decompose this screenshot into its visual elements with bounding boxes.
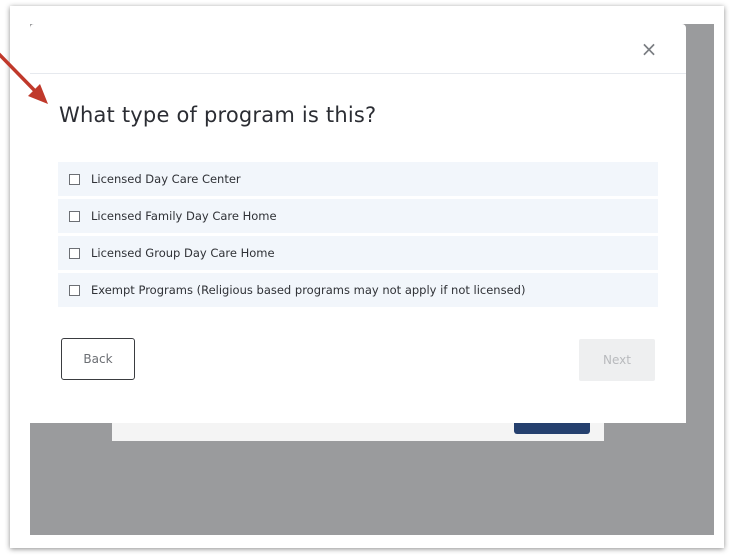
close-icon[interactable]: × bbox=[638, 38, 660, 60]
option-label: Licensed Group Day Care Home bbox=[91, 246, 275, 260]
dialog-header: × bbox=[30, 24, 686, 74]
next-button[interactable]: Next bbox=[579, 339, 655, 381]
option-licensed-group-day-care-home[interactable]: Licensed Group Day Care Home bbox=[58, 236, 658, 270]
option-label: Licensed Day Care Center bbox=[91, 172, 241, 186]
back-button[interactable]: Back bbox=[61, 338, 135, 380]
checkbox-icon[interactable] bbox=[69, 247, 80, 259]
dialog-title: What type of program is this? bbox=[59, 103, 377, 127]
checkbox-icon[interactable] bbox=[69, 210, 80, 222]
option-licensed-day-care-center[interactable]: Licensed Day Care Center bbox=[58, 162, 658, 196]
program-type-dialog: × What type of program is this? Licensed… bbox=[30, 24, 686, 423]
option-label: Exempt Programs (Religious based program… bbox=[91, 283, 526, 297]
program-type-options: Licensed Day Care Center Licensed Family… bbox=[58, 162, 658, 310]
option-licensed-family-day-care-home[interactable]: Licensed Family Day Care Home bbox=[58, 199, 658, 233]
checkbox-icon[interactable] bbox=[69, 284, 80, 296]
option-exempt-programs[interactable]: Exempt Programs (Religious based program… bbox=[58, 273, 658, 307]
checkbox-icon[interactable] bbox=[69, 173, 80, 185]
option-label: Licensed Family Day Care Home bbox=[91, 209, 277, 223]
